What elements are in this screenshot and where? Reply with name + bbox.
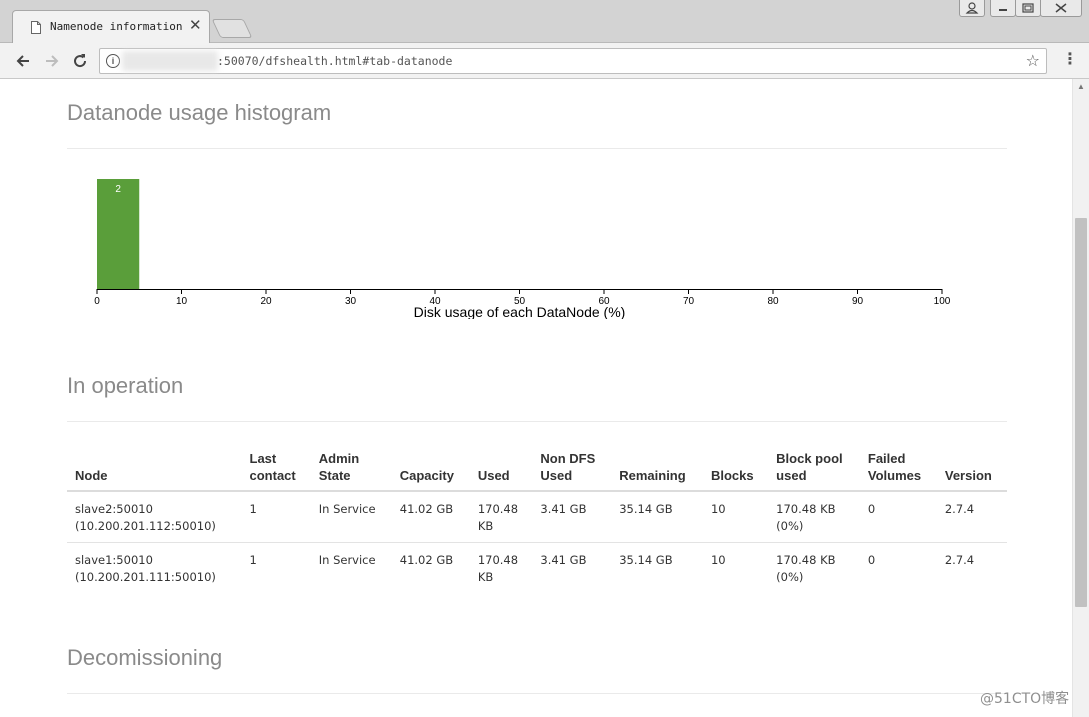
table-cell: 41.02 GB xyxy=(391,491,470,543)
table-cell: 170.48 KB (0%) xyxy=(768,491,860,543)
x-tick-label: 0 xyxy=(94,296,100,307)
tab-title: Namenode information xyxy=(50,20,183,33)
document-icon xyxy=(31,21,41,34)
tab-close-icon[interactable]: ✕ xyxy=(189,17,202,35)
histogram-section-title: Datanode usage histogram xyxy=(67,100,332,125)
column-header: Blocks xyxy=(702,444,769,492)
table-cell: slave1:50010 (10.200.201.111:50010) xyxy=(75,553,216,584)
column-header: Admin State xyxy=(310,444,392,492)
browser-toolbar: i :50070/dfshealth.html#tab-datanode ☆ ⋮ xyxy=(0,43,1089,79)
watermark: @51CTO博客 xyxy=(980,691,1070,707)
scroll-up-icon[interactable]: ▲ xyxy=(1077,82,1085,91)
restore-icon xyxy=(1022,3,1034,13)
divider xyxy=(67,421,1007,422)
table-cell: In Service xyxy=(318,553,376,567)
x-tick-label: 30 xyxy=(345,296,357,307)
table-cell: 10 xyxy=(710,553,726,567)
menu-icon[interactable]: ⋮ xyxy=(1062,51,1078,69)
table-cell: 0 xyxy=(867,553,876,567)
column-header: Last contact xyxy=(241,444,311,492)
back-button[interactable] xyxy=(12,50,34,72)
column-header: Remaining xyxy=(611,444,703,492)
column-header: Non DFS Used xyxy=(532,444,612,492)
divider xyxy=(67,693,1007,694)
table-cell: 170.48 KB xyxy=(477,553,519,584)
column-header: Node xyxy=(67,444,242,492)
usage-histogram: 20 10 20 30 40 50 60 70 80 90 100Disk usage of eac… xyxy=(94,179,951,319)
arrow-right-icon xyxy=(46,55,59,67)
x-axis-label: Disk usage of each DataNode (%) xyxy=(414,304,626,319)
x-tick-label: 90 xyxy=(852,296,864,307)
table-cell: 35.14 GB xyxy=(611,491,703,543)
table-cell: 3.41 GB xyxy=(540,553,587,567)
reload-icon xyxy=(74,54,87,68)
new-tab-button[interactable] xyxy=(211,19,253,38)
address-bar[interactable]: i :50070/dfshealth.html#tab-datanode ☆ xyxy=(99,48,1047,74)
table-cell: 1 xyxy=(249,553,257,567)
column-header: Block pool used xyxy=(768,444,860,492)
operation-section-title: In operation xyxy=(67,373,184,398)
vertical-scrollbar[interactable]: ▲ xyxy=(1072,79,1089,717)
minimize-icon xyxy=(999,9,1007,11)
table-header-row: Node Last contact Admin State Capacity Used Non… xyxy=(67,444,1007,492)
browser-tab-strip: Namenode information ✕ xyxy=(0,0,1089,43)
table-cell: slave2:50010 (10.200.201.112:50010) xyxy=(67,491,242,543)
page-viewport: Datanode usage histogram 2 0 10 20 30 40 50 60 7… xyxy=(0,79,1072,717)
url-text: :50070/dfshealth.html#tab-datanode xyxy=(217,54,453,68)
table-cell: 3.41 GB xyxy=(532,491,612,543)
close-window-button[interactable] xyxy=(1040,0,1082,17)
column-header: Failed Volumes xyxy=(859,444,937,492)
x-tick-label: 100 xyxy=(934,296,951,307)
scroll-thumb[interactable] xyxy=(1075,218,1087,607)
column-header: Capacity xyxy=(391,444,470,492)
table-cell: 10 xyxy=(702,491,769,543)
table-cell: 2.7.4 xyxy=(936,491,1007,543)
table-cell: 41.02 GB xyxy=(399,553,454,567)
forward-button[interactable] xyxy=(41,50,63,72)
table-row: slave2:50010 (10.200.201.112:50010) 1 In Se… xyxy=(67,491,1007,543)
close-icon xyxy=(1055,3,1067,13)
table-cell: 1 xyxy=(241,491,311,543)
browser-tab[interactable]: Namenode information ✕ xyxy=(12,10,210,43)
redacted-host xyxy=(122,51,218,71)
table-body: slave2:50010 (10.200.201.112:50010) 1 In Se… xyxy=(67,491,1007,593)
histogram-bar xyxy=(97,179,140,289)
table-cell: 0 xyxy=(859,491,937,543)
table-cell: In Service xyxy=(310,491,392,543)
divider xyxy=(67,148,1007,149)
table-row: slave1:50010 (10.200.201.111:50010) 1 In Se… xyxy=(67,543,1007,594)
arrow-left-icon xyxy=(16,55,29,67)
x-tick-label: 20 xyxy=(260,296,272,307)
reload-button[interactable] xyxy=(69,50,91,72)
user-icon xyxy=(965,2,979,14)
table-cell: 170.48 KB (0%) xyxy=(776,553,836,584)
datanode-table: Node Last contact Admin State Capacity Used Non… xyxy=(67,444,1007,593)
x-tick-label: 10 xyxy=(176,296,188,307)
bookmark-star-icon[interactable]: ☆ xyxy=(1026,51,1040,71)
bar-count-label: 2 xyxy=(115,184,121,195)
info-icon[interactable]: i xyxy=(106,54,120,68)
profile-button[interactable] xyxy=(959,0,985,17)
restore-button[interactable] xyxy=(1015,0,1041,17)
x-tick-label: 80 xyxy=(767,296,779,307)
column-header: Version xyxy=(936,444,1007,492)
x-tick-label: 70 xyxy=(683,296,695,307)
column-header: Used xyxy=(469,444,533,492)
table-cell: 170.48 KB xyxy=(469,491,533,543)
minimize-button[interactable] xyxy=(990,0,1016,17)
table-cell: 35.14 GB xyxy=(619,553,673,567)
table-cell: 2.7.4 xyxy=(944,553,975,567)
decommissioning-section-title: Decomissioning xyxy=(67,645,223,670)
